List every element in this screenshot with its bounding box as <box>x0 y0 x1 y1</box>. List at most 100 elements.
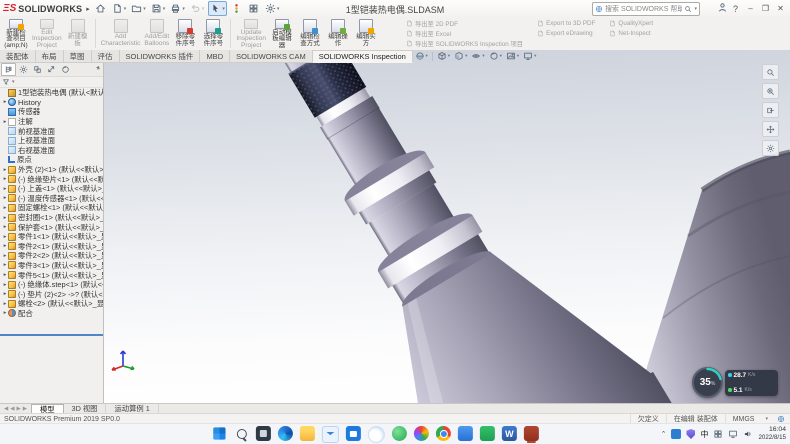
tab-scroll-arrow-icon[interactable]: ◀ <box>4 406 8 412</box>
wps-app-icon[interactable] <box>480 426 495 441</box>
dropdown-caret-icon[interactable]: ▾ <box>448 53 450 59</box>
taskbar-search-icon[interactable] <box>234 426 249 441</box>
update-inspection-project-button[interactable]: Update Inspection Project <box>234 17 268 50</box>
dimxpertmanager-tab[interactable] <box>45 64 58 75</box>
hide-show-items-icon[interactable]: ▾ <box>471 51 484 61</box>
view-settings-icon[interactable]: ▾ <box>523 51 536 61</box>
network-speed-pill[interactable]: 28.7 K/s 5.1 K/s <box>725 370 778 396</box>
volume-icon[interactable] <box>743 429 753 439</box>
tab-mbd[interactable]: MBD <box>200 50 230 63</box>
view-settings-tool-icon[interactable] <box>762 140 779 156</box>
undo-button[interactable]: ▾ <box>189 2 206 15</box>
word-icon[interactable]: W <box>502 426 517 441</box>
tree-item[interactable]: 右视基准面 <box>0 146 103 156</box>
export-excel-button[interactable]: 导出至 Excel <box>406 29 523 38</box>
tab-scroll-arrow-icon[interactable]: ▶ <box>23 406 27 412</box>
dropdown-caret-icon[interactable]: ▾ <box>465 53 467 59</box>
template-editor-button[interactable]: 启动模 板编辑 器 <box>268 17 296 50</box>
task-view-icon[interactable] <box>256 426 271 441</box>
dropdown-caret-icon[interactable]: ▾ <box>143 6 146 12</box>
tree-filter[interactable]: ▾ <box>0 77 103 88</box>
tree-item[interactable]: 传感器 <box>0 107 103 117</box>
select-button[interactable]: ▾ <box>208 1 227 16</box>
dropdown-caret-icon[interactable]: ▾ <box>517 53 519 59</box>
dropdown-caret-icon[interactable]: ▾ <box>426 53 428 59</box>
tree-item[interactable]: ▸ 螺栓<2> (默认<<默认>_显示状态 <box>0 299 103 309</box>
tab-assembly[interactable]: 装配体 <box>0 50 36 63</box>
edit-vendor-button[interactable]: 编辑实 方 <box>352 17 380 50</box>
print-button[interactable]: ▾ <box>169 2 186 15</box>
restore-button[interactable]: ❐ <box>758 4 773 13</box>
browser-360-icon[interactable] <box>392 426 407 441</box>
tree-item[interactable]: ▸ 配合 <box>0 309 103 319</box>
export-2d-pdf-button[interactable]: 导出至 2D PDF <box>406 19 523 28</box>
export-3d-pdf-button[interactable]: Export to 3D PDF <box>537 19 595 28</box>
edit-appearance-icon[interactable]: ▾ <box>489 51 502 61</box>
view-orientation-icon[interactable]: ▾ <box>437 51 450 61</box>
taskbar-clock[interactable]: 16:04 2022/8/15 <box>758 426 786 442</box>
menu-flyout-arrow[interactable]: ▸ <box>86 5 90 13</box>
add-edit-balloons-button[interactable]: Add/Edit Balloons <box>142 17 171 50</box>
home-button[interactable] <box>94 2 108 15</box>
dropdown-caret-icon[interactable]: ▾ <box>182 6 185 12</box>
tree-item[interactable]: 1型铠装热电偶 (默认<默认>_显示状态-1 <box>0 88 103 98</box>
configurationmanager-tab[interactable] <box>31 64 44 75</box>
help-button[interactable]: ? <box>730 4 741 14</box>
tab-layout[interactable]: 布局 <box>36 50 64 63</box>
section-view-icon[interactable]: ▾ <box>415 51 428 61</box>
featuremanager-tab[interactable] <box>1 63 16 76</box>
dropdown-caret-icon[interactable]: ▾ <box>163 6 166 12</box>
dropdown-caret-icon[interactable]: ▾ <box>500 53 502 59</box>
qualityxpert-button[interactable]: QualityXpert <box>609 19 653 28</box>
save-button[interactable]: ▾ <box>150 2 167 15</box>
file-explorer-icon[interactable] <box>300 426 315 441</box>
tree-item[interactable]: ▸ History <box>0 98 103 108</box>
tab-evaluate[interactable]: 评估 <box>92 50 120 63</box>
net-inspect-button[interactable]: Net-Inspect <box>609 29 653 38</box>
pan-tool-icon[interactable] <box>762 121 779 137</box>
user-account-icon[interactable] <box>717 0 728 18</box>
model-canvas[interactable] <box>103 50 790 404</box>
dropdown-caret-icon[interactable]: ▾ <box>534 53 536 59</box>
usage-ball[interactable]: 35 % <box>692 367 723 398</box>
dropdown-caret-icon[interactable]: ▾ <box>124 6 127 12</box>
minimize-button[interactable]: ‒ <box>743 4 758 13</box>
new-file-button[interactable]: ▾ <box>111 2 128 15</box>
search-placeholder[interactable]: 搜索 SOLIDWORKS 帮助 <box>605 4 682 14</box>
edit-methods-button[interactable]: 编辑检 查方式 <box>296 17 324 50</box>
search-caret-icon[interactable]: ▾ <box>694 6 697 12</box>
open-file-button[interactable]: ▾ <box>130 2 147 15</box>
tab-sw-addins[interactable]: SOLIDWORKS 插件 <box>120 50 201 63</box>
search-icon[interactable] <box>684 5 692 13</box>
display-style-icon[interactable]: ▾ <box>454 51 467 61</box>
tab-sw-cam[interactable]: SOLIDWORKS CAM <box>230 50 313 63</box>
tab-sw-inspection[interactable]: SOLIDWORKS Inspection <box>313 50 413 63</box>
mail-icon[interactable] <box>322 426 339 443</box>
store-icon[interactable] <box>346 426 361 441</box>
display-tray-icon[interactable] <box>728 429 738 439</box>
remove-balloons-button[interactable]: 移除零 件序号 <box>171 17 199 50</box>
export-edrawing-button[interactable]: Export eDrawing <box>537 29 595 38</box>
weather-icon[interactable] <box>368 426 385 443</box>
solidworks-taskbar-icon[interactable] <box>524 426 539 441</box>
new-template-button[interactable]: 新建模 板 <box>64 17 92 50</box>
units-caret-icon[interactable]: ▾ <box>761 416 772 422</box>
graphics-viewport[interactable]: ▾ ▾ ▾ ▾ <box>103 50 790 404</box>
dropdown-caret-icon[interactable]: ▾ <box>202 6 205 12</box>
ime-indicator[interactable]: 中 <box>700 429 708 440</box>
tray-chevron-icon[interactable]: ⌃ <box>661 430 667 438</box>
panel-collapse-arrow[interactable]: ◂ <box>96 64 99 71</box>
zoom-in-tool-icon[interactable] <box>762 64 779 80</box>
browser-wheel-icon[interactable] <box>414 426 429 441</box>
apply-scene-icon[interactable]: ▾ <box>506 51 519 61</box>
displaymanager-tab[interactable] <box>59 64 72 75</box>
tree-split-bar[interactable] <box>0 334 103 336</box>
edge-icon[interactable] <box>278 426 293 441</box>
export-sw-inspection-button[interactable]: 导出至 SOLIDWORKS Inspection 项目 <box>406 39 523 48</box>
tray-app-icon[interactable] <box>671 429 681 439</box>
select-balloons-button[interactable]: 选择零 件序号 <box>199 17 227 50</box>
start-button[interactable] <box>213 427 225 439</box>
tab-sketch[interactable]: 草图 <box>64 50 92 63</box>
propertymanager-tab[interactable] <box>17 64 30 75</box>
close-button[interactable]: ✕ <box>773 4 788 13</box>
